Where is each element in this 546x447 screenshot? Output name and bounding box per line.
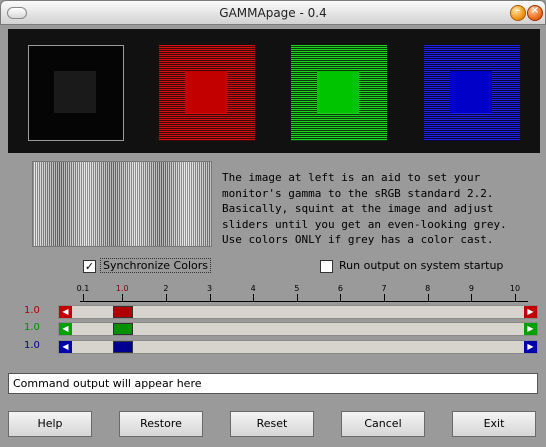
- gamma-scale: 0.1 1.0 2 3 4 5 6 7 8 9 10: [74, 284, 534, 303]
- scale-tick-2: [165, 294, 167, 301]
- scale-axis: [80, 301, 528, 302]
- color-swatch-panel: [8, 29, 540, 153]
- close-button[interactable]: ×: [527, 5, 543, 21]
- green-slider-row: 1.0 ◀ ▶: [0, 322, 546, 337]
- blue-decrease-arrow-icon[interactable]: ◀: [59, 341, 72, 353]
- scale-tick-label-1: 1.0: [115, 284, 129, 293]
- scale-tick-label-8: 8: [425, 284, 431, 293]
- red-gamma-slider[interactable]: ◀ ▶: [58, 305, 538, 319]
- cancel-button[interactable]: Cancel: [341, 411, 425, 437]
- exit-button[interactable]: Exit: [452, 411, 536, 437]
- scale-tick-3: [209, 294, 211, 301]
- scale-tick-9: [471, 294, 473, 301]
- scale-tick-label-10: 10: [509, 284, 521, 293]
- blue-gamma-slider[interactable]: ◀ ▶: [58, 340, 538, 354]
- blue-increase-arrow-icon[interactable]: ▶: [524, 341, 537, 353]
- scale-tick-label-2: 2: [163, 284, 169, 293]
- scale-tick-0: [83, 294, 84, 301]
- scale-tick-label-5: 5: [294, 284, 300, 293]
- green-gamma-value: 1.0: [24, 322, 40, 333]
- scale-tick-label-4: 4: [250, 284, 256, 293]
- blue-swatch-center: [450, 71, 492, 113]
- synchronize-colors-checkbox[interactable]: ✓: [83, 260, 96, 273]
- red-slider-thumb[interactable]: [113, 306, 134, 318]
- red-increase-arrow-icon[interactable]: ▶: [524, 306, 537, 318]
- scale-tick-6: [340, 294, 342, 301]
- restore-button[interactable]: Restore: [119, 411, 203, 437]
- scale-tick-8: [427, 294, 429, 301]
- blue-slider-row: 1.0 ◀ ▶: [0, 340, 546, 355]
- green-swatch-center: [317, 71, 359, 113]
- black-swatch: [28, 45, 124, 141]
- red-decrease-arrow-icon[interactable]: ◀: [59, 306, 72, 318]
- reset-button[interactable]: Reset: [230, 411, 314, 437]
- close-icon: ×: [530, 5, 540, 16]
- red-gamma-value: 1.0: [24, 305, 40, 316]
- help-button[interactable]: Help: [8, 411, 92, 437]
- run-on-startup-checkbox[interactable]: [320, 260, 333, 273]
- command-output-field[interactable]: Command output will appear here: [8, 373, 538, 394]
- green-gamma-slider[interactable]: ◀ ▶: [58, 322, 538, 336]
- scale-tick-label-6: 6: [337, 284, 343, 293]
- grey-gamma-aid-image: [32, 161, 212, 247]
- red-slider-row: 1.0 ◀ ▶: [0, 305, 546, 320]
- green-increase-arrow-icon[interactable]: ▶: [524, 323, 537, 335]
- minimize-button[interactable]: –: [510, 5, 526, 21]
- scale-tick-5: [296, 294, 298, 301]
- red-swatch-center: [185, 71, 227, 113]
- instructions-text: The image at left is an aid to set your …: [222, 171, 507, 246]
- blue-slider-thumb[interactable]: [113, 341, 134, 353]
- scale-tick-10: [515, 294, 516, 301]
- scale-tick-7: [384, 294, 386, 301]
- run-on-startup-label[interactable]: Run output on system startup: [339, 259, 503, 272]
- scale-tick-label-7: 7: [381, 284, 387, 293]
- scale-tick-1: [122, 294, 124, 301]
- scale-tick-label-0: 0.1: [76, 284, 90, 293]
- blue-gamma-value: 1.0: [24, 340, 40, 351]
- green-swatch: [291, 45, 387, 141]
- window-title: GAMMApage - 0.4: [219, 6, 327, 20]
- scale-tick-label-9: 9: [468, 284, 474, 293]
- scale-tick-4: [253, 294, 255, 301]
- title-bar: GAMMApage - 0.4 – ×: [0, 0, 546, 25]
- green-decrease-arrow-icon[interactable]: ◀: [59, 323, 72, 335]
- black-swatch-center: [54, 71, 96, 113]
- red-swatch: [159, 45, 255, 141]
- scale-tick-label-3: 3: [206, 284, 213, 293]
- minimize-icon: –: [515, 5, 521, 16]
- synchronize-colors-label[interactable]: Synchronize Colors: [100, 258, 212, 273]
- green-slider-thumb[interactable]: [113, 323, 134, 335]
- blue-swatch: [424, 45, 520, 141]
